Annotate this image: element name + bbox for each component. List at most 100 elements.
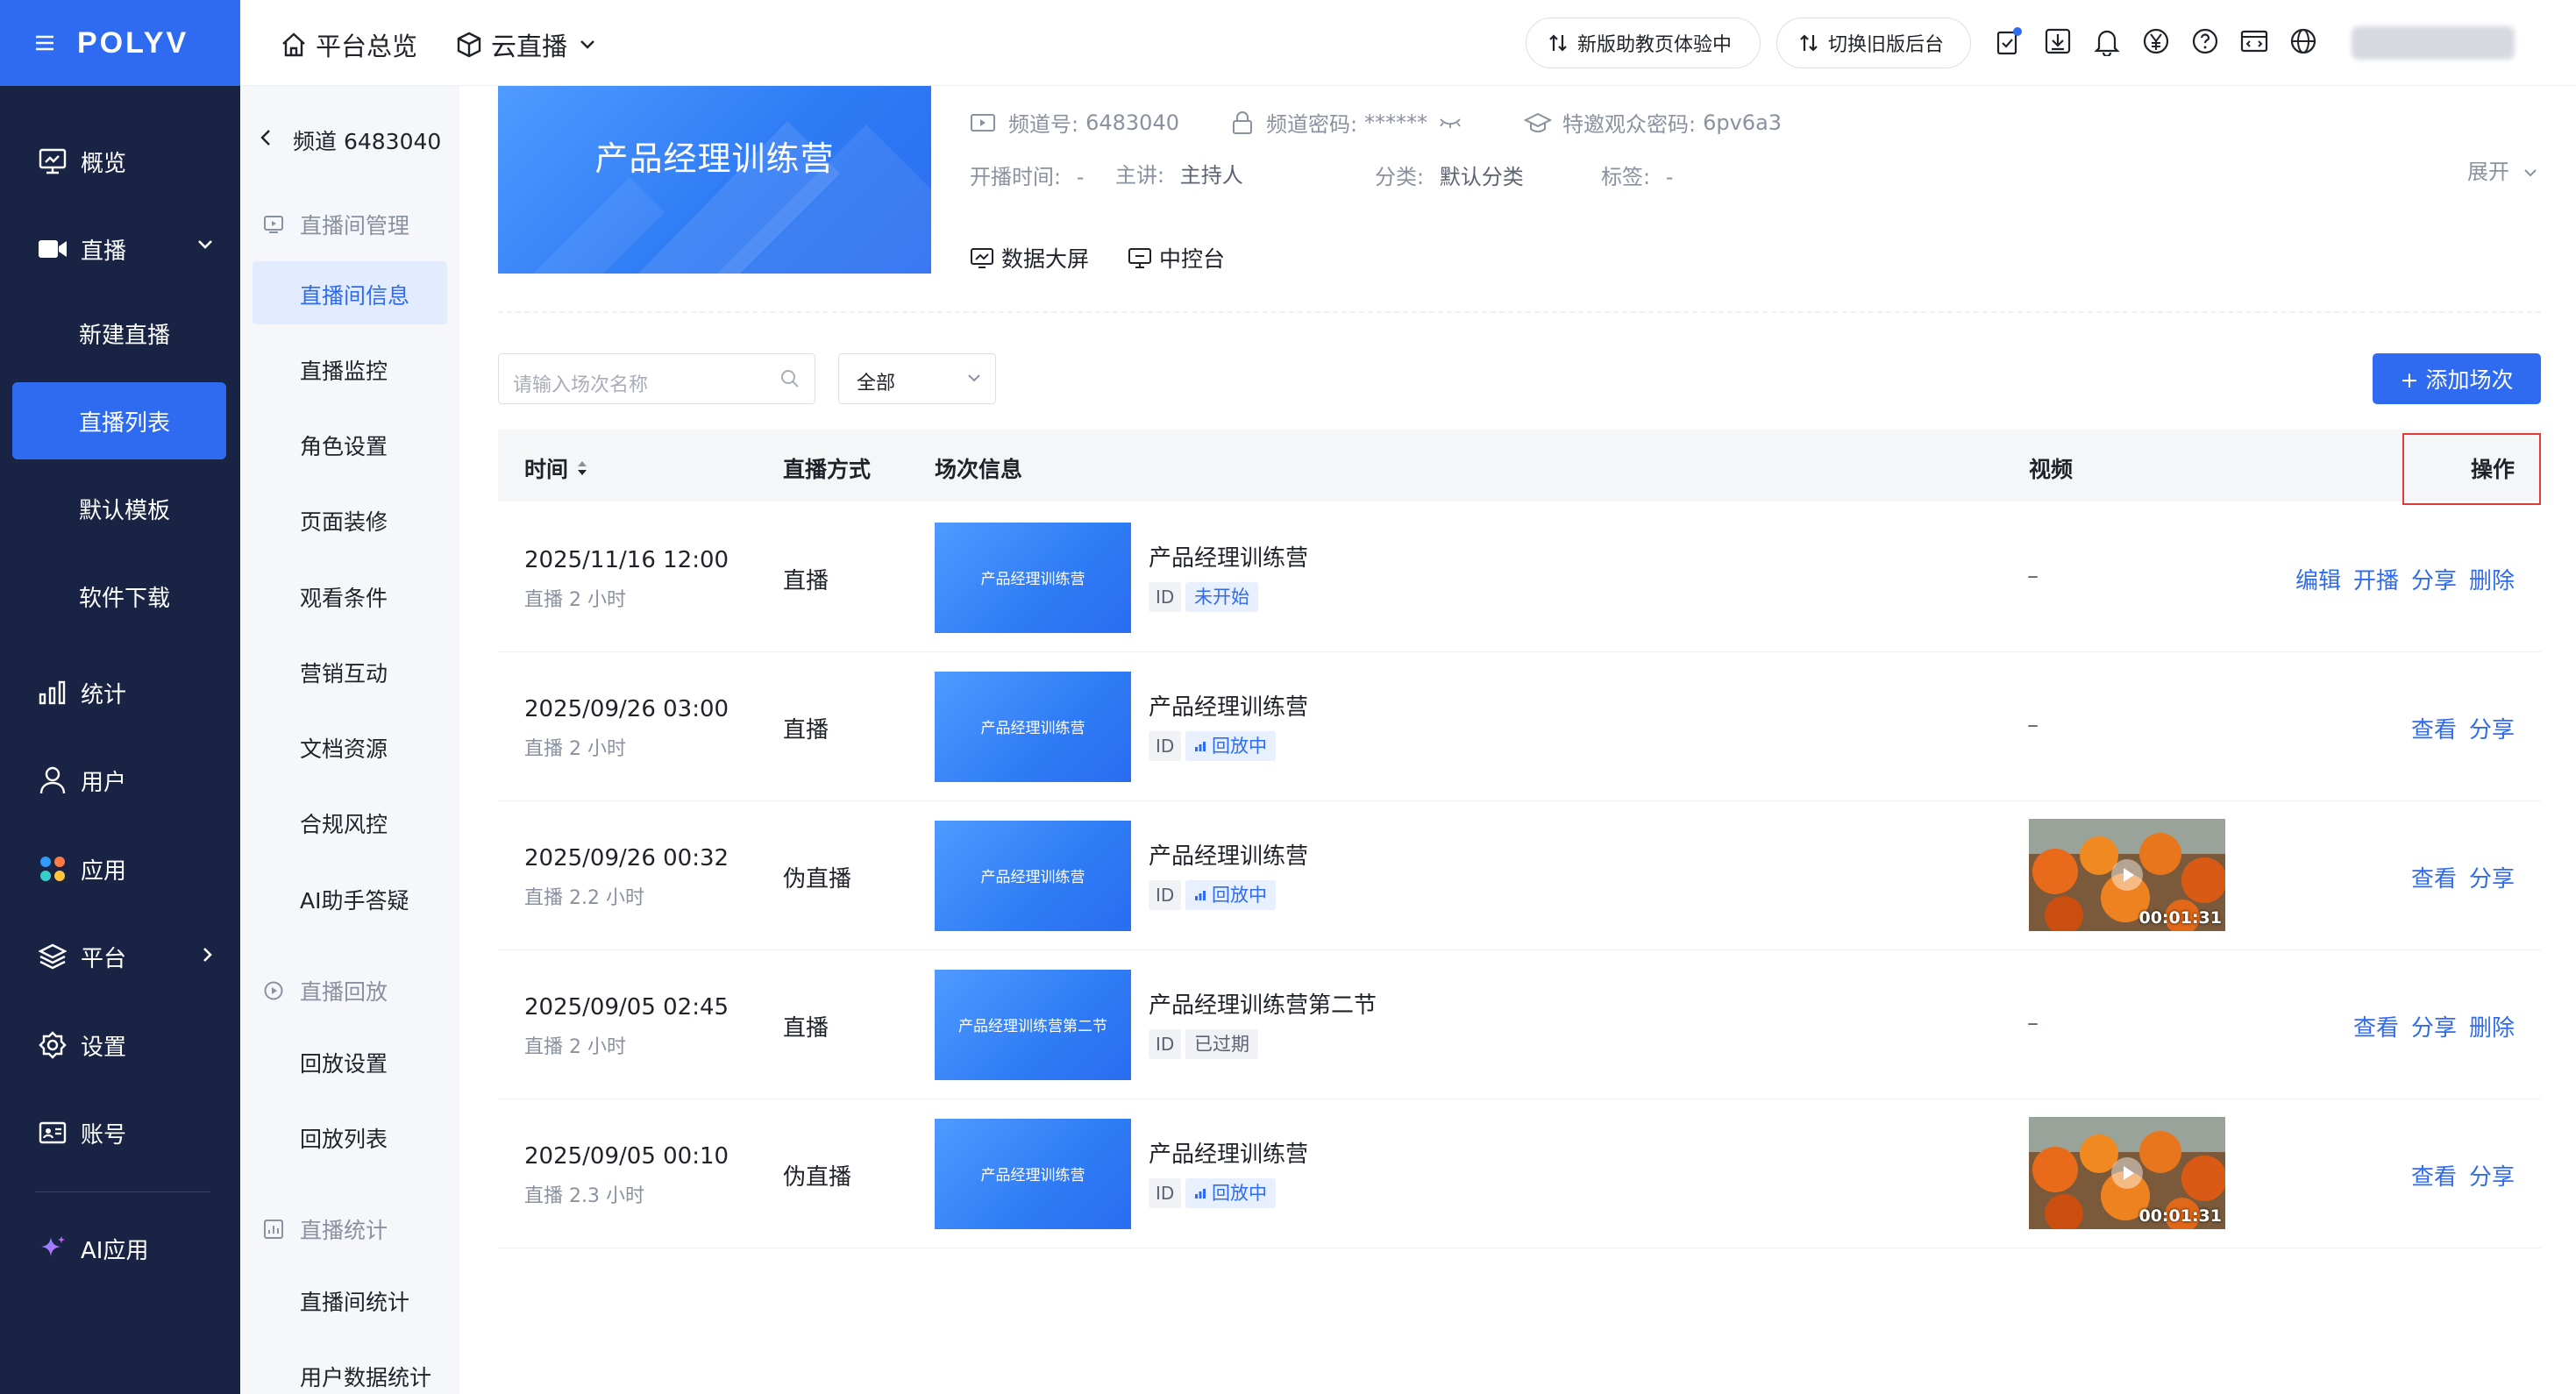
delete-link[interactable]: 删除 [2469, 563, 2515, 595]
subnav-compliance[interactable]: 合规风控 [240, 807, 459, 837]
id-tag[interactable]: ID [1149, 731, 1182, 761]
sort-icon[interactable] [577, 459, 587, 477]
subnav-monitor[interactable]: 直播监控 [240, 354, 459, 384]
status-badge: 回放中 [1185, 1178, 1276, 1208]
id-tag[interactable]: ID [1149, 582, 1182, 612]
subnav-playback-settings[interactable]: 回放设置 [240, 1047, 459, 1077]
session-time: 2025/11/16 12:00 [524, 547, 729, 573]
subnav-label: 观看条件 [300, 586, 388, 611]
view-link[interactable]: 查看 [2353, 1010, 2399, 1042]
session-search-input[interactable]: 请输入场次名称 [498, 353, 815, 404]
add-session-button[interactable]: + 添加场次 [2373, 353, 2541, 404]
share-link[interactable]: 分享 [2469, 861, 2515, 893]
status-filter-select[interactable]: 全部 [838, 353, 996, 404]
back-to-channel[interactable]: 频道 6483040 [240, 124, 459, 154]
subnav-label: 直播间信息 [300, 283, 410, 309]
edit-link[interactable]: 编辑 [2295, 563, 2341, 595]
session-thumbnail[interactable]: 产品经理训练营 [935, 672, 1131, 782]
subnav-roles[interactable]: 角色设置 [240, 430, 459, 459]
share-link[interactable]: 分享 [2469, 712, 2515, 744]
subnav-label: 文档资源 [300, 736, 388, 762]
id-tag[interactable]: ID [1149, 1178, 1182, 1208]
expand-toggle[interactable]: 展开 [2467, 154, 2537, 185]
status-label: 未开始 [1194, 587, 1249, 608]
status-badge: 回放中 [1185, 731, 1276, 761]
replay-icon [263, 980, 284, 1001]
sidebar-item-apps[interactable]: 应用 [0, 825, 240, 913]
share-link[interactable]: 分享 [2469, 1159, 2515, 1191]
eye-closed-icon[interactable] [1438, 116, 1462, 130]
subnav-user-data-stats[interactable]: 用户数据统计 [240, 1361, 459, 1390]
chevron-left-icon [260, 128, 272, 147]
row-actions: 编辑 开播 分享 删除 [2295, 563, 2515, 595]
sidebar-item-software-download[interactable]: 软件下载 [0, 552, 240, 640]
view-link[interactable]: 查看 [2411, 712, 2457, 744]
delete-link[interactable]: 删除 [2469, 1010, 2515, 1042]
row-actions: 查看 分享 [2411, 1159, 2515, 1191]
video-thumbnail[interactable]: 00:01:31 [2029, 1117, 2225, 1229]
sidebar-item-live-list[interactable]: 直播列表 [12, 382, 226, 459]
help-icon[interactable] [2190, 26, 2220, 56]
sidebar-item-overview[interactable]: 概览 [0, 117, 240, 205]
channel-banner: 产品经理训练营 [498, 86, 931, 274]
sidebar-item-default-template[interactable]: 默认模板 [0, 465, 240, 552]
sidebar-item-stats[interactable]: 统计 [0, 649, 240, 736]
session-thumbnail[interactable]: 产品经理训练营 [935, 821, 1131, 931]
share-link[interactable]: 分享 [2411, 563, 2457, 595]
host-value: 主持人 [1179, 163, 1243, 188]
video-empty: – [2027, 563, 2039, 589]
view-link[interactable]: 查看 [2411, 861, 2457, 893]
search-placeholder: 请输入场次名称 [513, 374, 649, 396]
subnav-room-stats[interactable]: 直播间统计 [240, 1285, 459, 1315]
subnav-documents[interactable]: 文档资源 [240, 732, 459, 762]
cloud-live-menu[interactable]: 云直播 [456, 26, 595, 63]
channel-number-label: 频道号: [1008, 112, 1079, 137]
view-link[interactable]: 查看 [2411, 1159, 2457, 1191]
sidebar-item-account[interactable]: 账号 [0, 1089, 240, 1177]
task-icon[interactable] [1994, 26, 2024, 56]
yuan-icon[interactable] [2141, 26, 2171, 56]
subnav-page-decoration[interactable]: 页面装修 [240, 505, 459, 535]
session-thumbnail[interactable]: 产品经理训练营 [935, 1119, 1131, 1229]
session-name: 产品经理训练营 [1149, 545, 1309, 572]
data-screen-label: 数据大屏 [1001, 246, 1090, 272]
id-tag[interactable]: ID [1149, 880, 1182, 910]
start-time-field: 开播时间: - [970, 160, 1084, 190]
share-link[interactable]: 分享 [2411, 1010, 2457, 1042]
session-thumbnail[interactable]: 产品经理训练营 [935, 523, 1131, 633]
data-screen-link[interactable]: 数据大屏 [970, 242, 1089, 274]
th-time-label: 时间 [524, 457, 569, 482]
th-time[interactable]: 时间 [524, 452, 587, 484]
sidebar-item-ai-apps[interactable]: AI应用 [0, 1205, 240, 1292]
platform-overview-link[interactable]: 平台总览 [281, 26, 417, 63]
new-assistant-pill[interactable]: 新版助教页体验中 [1526, 18, 1761, 68]
switch-old-console-pill[interactable]: 切换旧版后台 [1776, 18, 1971, 68]
platform-overview-label: 平台总览 [316, 32, 418, 61]
subnav-marketing[interactable]: 营销互动 [240, 657, 459, 686]
video-camera-icon [37, 233, 68, 265]
code-window-icon[interactable] [2239, 26, 2269, 56]
user-account-blurred[interactable] [2352, 26, 2515, 60]
menu-icon[interactable] [35, 34, 54, 52]
sidebar-item-platform[interactable]: 平台 [0, 913, 240, 1000]
start-live-link[interactable]: 开播 [2353, 563, 2399, 595]
session-thumbnail[interactable]: 产品经理训练营第二节 [935, 970, 1131, 1080]
subnav-playback-list[interactable]: 回放列表 [240, 1122, 459, 1152]
top-bar: 平台总览 云直播 新版助教页体验中 切换旧版后台 [240, 0, 2576, 86]
sidebar-item-settings[interactable]: 设置 [0, 1001, 240, 1089]
download-icon[interactable] [2043, 26, 2073, 56]
logo-bar: POLYV [0, 0, 240, 86]
id-tag[interactable]: ID [1149, 1029, 1182, 1059]
control-console-link[interactable]: 中控台 [1128, 242, 1225, 274]
sidebar-label: 设置 [81, 1034, 127, 1061]
subnav-room-info[interactable]: 直播间信息 [253, 261, 447, 324]
sidebar-item-users[interactable]: 用户 [0, 736, 240, 824]
sidebar-item-new-live[interactable]: 新建直播 [0, 289, 240, 377]
sidebar-item-live[interactable]: 直播 [0, 205, 240, 293]
video-thumbnail[interactable]: 00:01:31 [2029, 819, 2225, 931]
subnav-watch-conditions[interactable]: 观看条件 [240, 581, 459, 611]
bell-icon[interactable] [2092, 26, 2122, 56]
globe-icon[interactable] [2288, 26, 2318, 56]
subnav-ai-assistant[interactable]: AI助手答疑 [240, 884, 459, 914]
play-icon [2111, 859, 2143, 891]
